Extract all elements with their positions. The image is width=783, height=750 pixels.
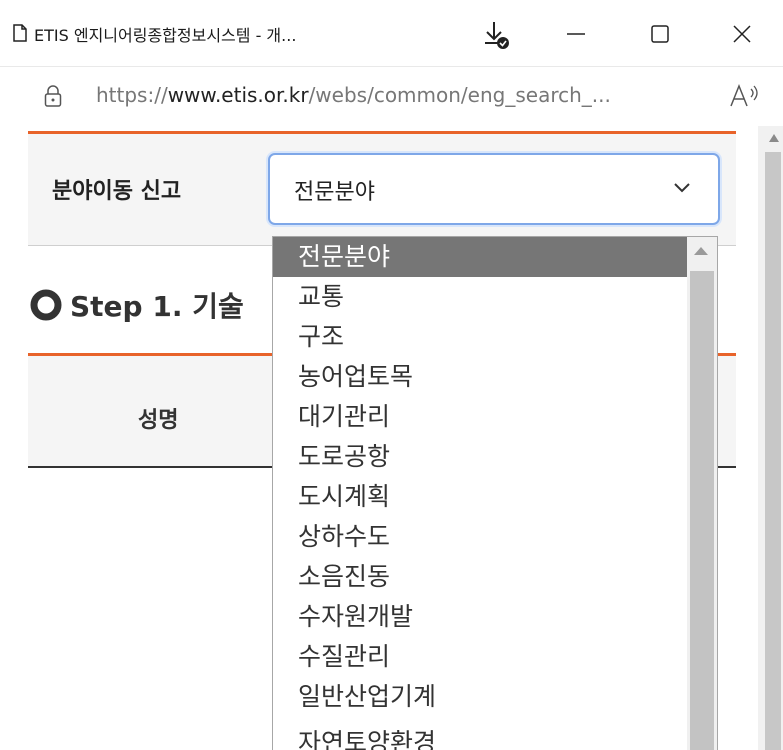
option-item[interactable]: 농어업토목 xyxy=(273,357,687,397)
dropdown-scrollbar-thumb[interactable] xyxy=(690,271,714,750)
option-item[interactable]: 수자원개발 xyxy=(273,597,687,637)
option-item[interactable]: 일반산업기계 xyxy=(273,677,687,717)
option-item[interactable]: 교통 xyxy=(273,277,687,317)
option-item[interactable]: 대기관리 xyxy=(273,397,687,437)
minimize-icon[interactable] xyxy=(556,16,596,52)
url-path: /webs/common/eng_search_... xyxy=(308,83,611,107)
option-item[interactable]: 상하수도 xyxy=(273,517,687,557)
chevron-down-icon xyxy=(674,183,690,193)
dropdown-scroll-up-icon[interactable] xyxy=(694,247,708,255)
download-icon[interactable] xyxy=(474,16,514,52)
option-item[interactable]: 구조 xyxy=(273,317,687,357)
option-item[interactable]: 수질관리 xyxy=(273,637,687,677)
url-prefix: https:// xyxy=(96,83,168,107)
option-item[interactable]: 소음진동 xyxy=(273,557,687,597)
close-icon[interactable] xyxy=(722,16,762,52)
column-header-name: 성명 xyxy=(138,408,179,433)
option-item[interactable]: 도시계획 xyxy=(273,477,687,517)
address-bar[interactable]: https://www.etis.or.kr/webs/common/eng_s… xyxy=(0,66,783,126)
lock-icon[interactable] xyxy=(44,85,62,107)
url-domain: www.etis.or.kr xyxy=(167,83,309,107)
page-icon xyxy=(13,24,27,42)
field-label: 분야이동 신고 xyxy=(52,179,182,204)
select-value: 전문분야 xyxy=(294,180,375,205)
browser-title-bar: ETIS 엔지니어링종합정보시스템 - 개... xyxy=(0,0,783,66)
option-item[interactable]: 자연토양환경 xyxy=(273,723,687,750)
page-scrollbar-thumb[interactable] xyxy=(765,152,781,750)
tab-title[interactable]: ETIS 엔지니어링종합정보시스템 - 개... xyxy=(34,22,296,46)
option-item[interactable]: 도로공항 xyxy=(273,437,687,477)
read-aloud-icon[interactable] xyxy=(728,81,762,111)
maximize-icon[interactable] xyxy=(639,16,679,52)
option-selected[interactable]: 전문분야 xyxy=(273,237,687,277)
select-dropdown-list[interactable]: 전문분야 교통 구조 농어업토목 대기관리 도로공항 도시계획 상하수도 소음진… xyxy=(272,236,718,750)
step-title: Step 1. 기술 xyxy=(70,290,244,323)
scroll-up-arrow-icon[interactable] xyxy=(769,134,779,142)
step-circle-icon xyxy=(30,289,62,321)
field-select[interactable]: 전문분야 xyxy=(268,153,720,225)
url-field[interactable]: https://www.etis.or.kr/webs/common/eng_s… xyxy=(96,83,611,107)
